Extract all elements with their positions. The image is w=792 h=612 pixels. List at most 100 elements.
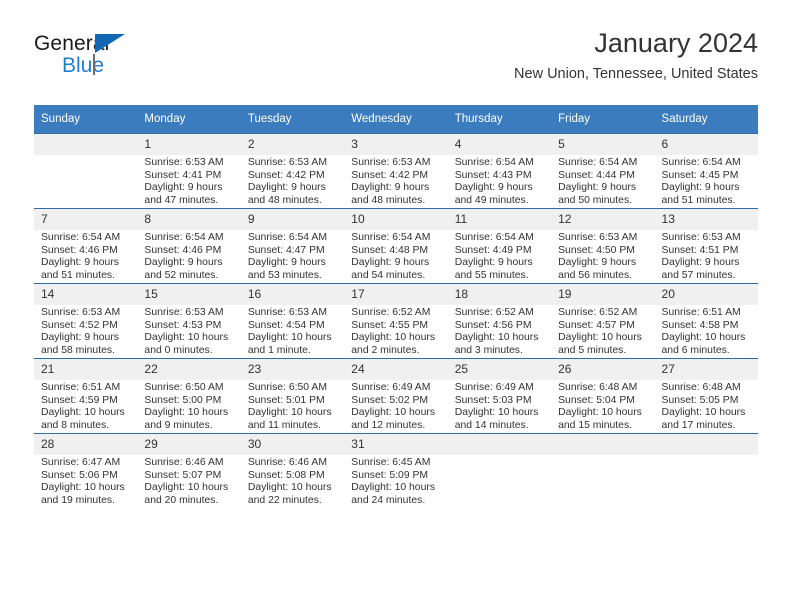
calendar-day-cell[interactable]: 30 Sunrise: 6:46 AM Sunset: 5:08 PM Dayligh…: [240, 433, 345, 508]
day-cell-inner: 12 Sunrise: 6:53 AM Sunset: 4:50 PM Dayligh…: [551, 209, 655, 283]
calendar-day-cell[interactable]: 2 Sunrise: 6:53 AM Sunset: 4:42 PM Daylight…: [240, 133, 345, 209]
day-cell-inner: 8 Sunrise: 6:54 AM Sunset: 4:46 PM Daylight…: [137, 209, 241, 283]
calendar-day-cell[interactable]: 14 Sunrise: 6:53 AM Sunset: 4:52 PM Dayligh…: [34, 283, 138, 359]
weekday-header-friday: Friday: [551, 105, 655, 134]
daylight-text-line2: and 1 minute.: [247, 344, 311, 356]
sunset-text: Sunset: 5:03 PM: [454, 394, 532, 406]
day-cell-inner: 7 Sunrise: 6:54 AM Sunset: 4:46 PM Daylight…: [34, 209, 138, 283]
sunrise-text: Sunrise: 6:53 AM: [558, 232, 638, 243]
day-cell-inner: 3 Sunrise: 6:53 AM Sunset: 4:42 PM Daylight…: [344, 134, 448, 208]
daylight-text-line2: and 51 minutes.: [661, 194, 736, 206]
calendar-empty-cell: [447, 433, 552, 508]
page-title: January 2024: [594, 28, 758, 58]
day-number: 10: [344, 209, 448, 230]
calendar-day-cell[interactable]: 8 Sunrise: 6:54 AM Sunset: 4:46 PM Daylight…: [137, 208, 241, 284]
day-details: Sunrise: 6:54 AM Sunset: 4:48 PM Daylight:…: [344, 230, 447, 282]
sunset-text: Sunset: 4:54 PM: [247, 319, 325, 331]
calendar-day-cell[interactable]: 13 Sunrise: 6:53 AM Sunset: 4:51 PM Dayligh…: [654, 208, 758, 284]
calendar-empty-cell: [34, 133, 138, 209]
day-number: 5: [551, 134, 655, 155]
day-number: 17: [344, 284, 448, 305]
day-cell-inner: 2 Sunrise: 6:53 AM Sunset: 4:42 PM Daylight…: [240, 134, 345, 208]
sunrise-text: Sunrise: 6:48 AM: [558, 382, 638, 393]
calendar-week-row: 7 Sunrise: 6:54 AM Sunset: 4:46 PM Daylight…: [34, 208, 758, 284]
daylight-text-line2: and 47 minutes.: [144, 194, 219, 206]
calendar-day-cell[interactable]: 17 Sunrise: 6:52 AM Sunset: 4:55 PM Dayligh…: [344, 283, 448, 359]
calendar-day-cell[interactable]: 29 Sunrise: 6:46 AM Sunset: 5:07 PM Dayligh…: [137, 433, 241, 508]
sunset-text: Sunset: 4:56 PM: [454, 319, 532, 331]
calendar-day-cell[interactable]: 22 Sunrise: 6:50 AM Sunset: 5:00 PM Dayligh…: [137, 358, 241, 434]
calendar-day-cell[interactable]: 4 Sunrise: 6:54 AM Sunset: 4:43 PM Daylight…: [447, 133, 552, 209]
day-details: Sunrise: 6:53 AM Sunset: 4:52 PM Daylight:…: [34, 305, 137, 357]
general-blue-logo[interactable]: General Blue: [34, 33, 234, 89]
day-cell-inner: [551, 434, 655, 508]
calendar-day-cell[interactable]: 5 Sunrise: 6:54 AM Sunset: 4:44 PM Daylight…: [551, 133, 655, 209]
weekday-header-sunday: Sunday: [34, 105, 138, 134]
calendar-day-cell[interactable]: 9 Sunrise: 6:54 AM Sunset: 4:47 PM Daylight…: [240, 208, 345, 284]
day-number: 18: [447, 284, 552, 305]
daylight-text-line1: Daylight: 10 hours: [454, 407, 539, 419]
calendar-day-cell[interactable]: 16 Sunrise: 6:53 AM Sunset: 4:54 PM Dayligh…: [240, 283, 345, 359]
day-cell-inner: 14 Sunrise: 6:53 AM Sunset: 4:52 PM Dayligh…: [34, 284, 138, 358]
day-details: Sunrise: 6:52 AM Sunset: 4:57 PM Daylight:…: [551, 305, 654, 357]
day-number: 2: [240, 134, 345, 155]
day-number: 26: [551, 359, 655, 380]
day-number: 30: [240, 434, 345, 455]
daylight-text-line2: and 48 minutes.: [247, 194, 322, 206]
day-number: 19: [551, 284, 655, 305]
calendar-day-cell[interactable]: 10 Sunrise: 6:54 AM Sunset: 4:48 PM Dayligh…: [344, 208, 448, 284]
sunrise-text: Sunrise: 6:53 AM: [247, 157, 327, 168]
day-number: 24: [344, 359, 448, 380]
day-details: Sunrise: 6:53 AM Sunset: 4:53 PM Daylight:…: [137, 305, 240, 357]
sunset-text: Sunset: 4:43 PM: [454, 169, 532, 181]
day-number: 22: [137, 359, 241, 380]
sunrise-text: Sunrise: 6:54 AM: [351, 232, 431, 243]
calendar-day-cell[interactable]: 18 Sunrise: 6:52 AM Sunset: 4:56 PM Dayligh…: [447, 283, 552, 359]
daylight-text-line2: and 20 minutes.: [144, 494, 219, 506]
calendar-day-cell[interactable]: 31 Sunrise: 6:45 AM Sunset: 5:09 PM Dayligh…: [344, 433, 448, 508]
sunset-text: Sunset: 5:05 PM: [661, 394, 739, 406]
sunset-text: Sunset: 4:57 PM: [558, 319, 635, 331]
calendar-day-cell[interactable]: 15 Sunrise: 6:53 AM Sunset: 4:53 PM Dayligh…: [137, 283, 241, 359]
day-number: 16: [240, 284, 345, 305]
day-details: Sunrise: 6:49 AM Sunset: 5:02 PM Daylight:…: [344, 380, 447, 432]
calendar-day-cell[interactable]: 3 Sunrise: 6:53 AM Sunset: 4:42 PM Daylight…: [344, 133, 448, 209]
sunset-text: Sunset: 4:49 PM: [454, 244, 532, 256]
calendar-day-cell[interactable]: 12 Sunrise: 6:53 AM Sunset: 4:50 PM Dayligh…: [551, 208, 655, 284]
calendar-day-cell[interactable]: 19 Sunrise: 6:52 AM Sunset: 4:57 PM Dayligh…: [551, 283, 655, 359]
calendar-day-cell[interactable]: 7 Sunrise: 6:54 AM Sunset: 4:46 PM Daylight…: [34, 208, 138, 284]
calendar-day-cell[interactable]: 26 Sunrise: 6:48 AM Sunset: 5:04 PM Dayligh…: [551, 358, 655, 434]
sunset-text: Sunset: 4:50 PM: [558, 244, 635, 256]
day-number: 14: [34, 284, 138, 305]
calendar-day-cell[interactable]: 6 Sunrise: 6:54 AM Sunset: 4:45 PM Daylight…: [654, 133, 758, 209]
day-cell-inner: [654, 434, 758, 508]
calendar-day-cell[interactable]: 21 Sunrise: 6:51 AM Sunset: 4:59 PM Dayligh…: [34, 358, 138, 434]
sunset-text: Sunset: 4:41 PM: [144, 169, 222, 181]
daylight-text-line2: and 11 minutes.: [247, 419, 322, 431]
calendar-day-cell[interactable]: 28 Sunrise: 6:47 AM Sunset: 5:06 PM Dayligh…: [34, 433, 138, 508]
day-cell-inner: 11 Sunrise: 6:54 AM Sunset: 4:49 PM Dayligh…: [447, 209, 552, 283]
calendar-day-cell[interactable]: 24 Sunrise: 6:49 AM Sunset: 5:02 PM Dayligh…: [344, 358, 448, 434]
day-details: Sunrise: 6:53 AM Sunset: 4:42 PM Daylight:…: [344, 155, 447, 207]
day-details: Sunrise: 6:52 AM Sunset: 4:56 PM Daylight:…: [448, 305, 551, 357]
day-cell-inner: 17 Sunrise: 6:52 AM Sunset: 4:55 PM Dayligh…: [344, 284, 448, 358]
sunrise-text: Sunrise: 6:50 AM: [144, 382, 224, 393]
day-details: Sunrise: 6:47 AM Sunset: 5:06 PM Daylight:…: [34, 455, 137, 507]
calendar-day-cell[interactable]: 11 Sunrise: 6:54 AM Sunset: 4:49 PM Dayligh…: [447, 208, 552, 284]
calendar-day-cell[interactable]: 20 Sunrise: 6:51 AM Sunset: 4:58 PM Dayligh…: [654, 283, 758, 359]
daylight-text-line2: and 54 minutes.: [351, 269, 426, 281]
daylight-text-line1: Daylight: 9 hours: [41, 257, 119, 269]
daylight-text-line2: and 51 minutes.: [41, 269, 115, 281]
calendar-day-cell[interactable]: 23 Sunrise: 6:50 AM Sunset: 5:01 PM Dayligh…: [240, 358, 345, 434]
day-cell-inner: 15 Sunrise: 6:53 AM Sunset: 4:53 PM Dayligh…: [137, 284, 241, 358]
sunrise-text: Sunrise: 6:46 AM: [144, 457, 224, 468]
calendar-day-cell[interactable]: 1 Sunrise: 6:53 AM Sunset: 4:41 PM Daylight…: [137, 133, 241, 209]
daylight-text-line1: Daylight: 9 hours: [247, 257, 326, 269]
sunset-text: Sunset: 5:04 PM: [558, 394, 635, 406]
sunrise-text: Sunrise: 6:51 AM: [41, 382, 121, 393]
sunset-text: Sunset: 4:42 PM: [247, 169, 325, 181]
calendar-day-cell[interactable]: 27 Sunrise: 6:48 AM Sunset: 5:05 PM Dayligh…: [654, 358, 758, 434]
calendar-day-cell[interactable]: 25 Sunrise: 6:49 AM Sunset: 5:03 PM Dayligh…: [447, 358, 552, 434]
day-cell-inner: 31 Sunrise: 6:45 AM Sunset: 5:09 PM Dayligh…: [344, 434, 448, 508]
day-number: 13: [654, 209, 758, 230]
